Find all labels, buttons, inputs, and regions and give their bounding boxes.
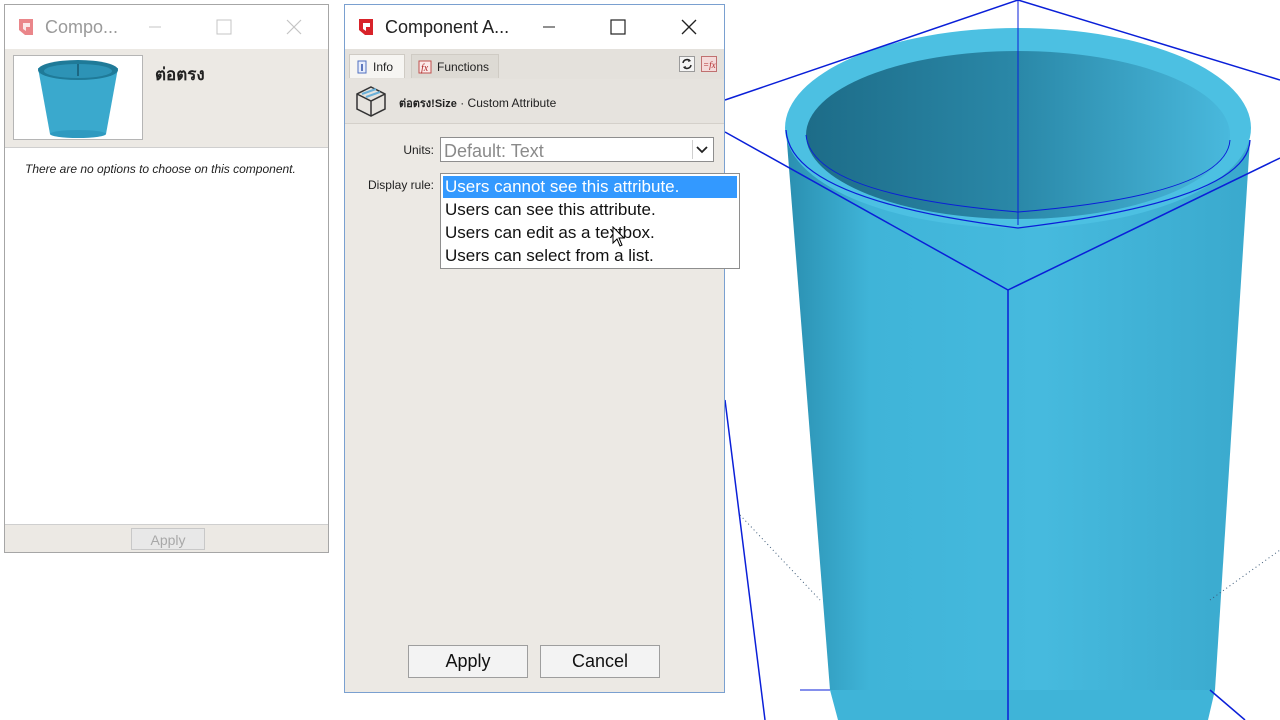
minimize-button[interactable]: [526, 5, 572, 49]
refresh-icon: [679, 56, 695, 72]
dropdown-arrow[interactable]: [692, 140, 711, 159]
tab-info[interactable]: Info: [349, 54, 405, 78]
function-icon: fx: [418, 60, 432, 74]
dropdown-option[interactable]: Users can see this attribute.: [443, 199, 739, 221]
tab-label: Info: [373, 59, 394, 74]
tab-bar: Info fx Functions =fx: [345, 49, 724, 80]
attribute-header: ต่อตรง!Size · Custom Attribute: [345, 79, 724, 124]
minimize-icon: [543, 26, 555, 28]
sketchup-app-icon: [359, 19, 373, 35]
window-title: Component A...: [385, 17, 510, 37]
dropdown-option[interactable]: Users can select from a list.: [443, 245, 739, 267]
maximize-icon: [216, 19, 232, 35]
component-cube-icon: [356, 86, 386, 117]
maximize-icon: [610, 19, 626, 35]
units-select[interactable]: Default: Text: [440, 137, 714, 162]
maximize-button[interactable]: [201, 5, 247, 49]
units-value: Default: Text: [444, 141, 544, 161]
dropdown-option[interactable]: Users cannot see this attribute.: [443, 176, 737, 198]
attribute-path: ต่อตรง!Size · Custom Attribute: [399, 94, 556, 112]
window-title: Compo...: [45, 17, 119, 37]
no-options-message: There are no options to choose on this c…: [25, 162, 296, 176]
cup-thumbnail-icon: [38, 60, 118, 138]
cancel-button[interactable]: Cancel: [540, 645, 660, 678]
component-attributes-window: Component A... Info fx Functions =fx ต่อ…: [344, 4, 740, 693]
attribute-label: Custom Attribute: [467, 96, 557, 110]
units-label: Units:: [403, 143, 434, 157]
tab-functions[interactable]: fx Functions: [411, 54, 499, 78]
component-name: ต่อตรง: [155, 65, 205, 84]
attribute-separator: ·: [456, 96, 468, 110]
title-bar[interactable]: Compo...: [5, 5, 328, 49]
toggle-formula-button[interactable]: =fx: [700, 55, 718, 73]
options-panel: There are no options to choose on this c…: [5, 147, 328, 525]
apply-button-disabled[interactable]: Apply: [131, 528, 205, 550]
display-rule-dropdown-list[interactable]: Users cannot see this attribute. Users c…: [440, 173, 740, 269]
refresh-button[interactable]: [678, 55, 696, 73]
svg-text:=fx: =fx: [703, 60, 716, 70]
close-button[interactable]: [271, 5, 317, 49]
minimize-icon: [149, 26, 161, 28]
title-bar[interactable]: Component A...: [345, 5, 724, 49]
display-rule-label: Display rule:: [367, 178, 434, 192]
svg-text:fx: fx: [421, 63, 429, 74]
close-icon: [286, 19, 302, 35]
apply-button[interactable]: Apply: [408, 645, 528, 678]
dropdown-option[interactable]: Users can edit as a textbox.: [443, 222, 739, 244]
close-button[interactable]: [666, 5, 712, 49]
chevron-down-icon: [696, 145, 708, 153]
info-icon: [357, 60, 367, 73]
tab-label: Functions: [437, 59, 490, 74]
toggle-formula-icon: =fx: [701, 56, 717, 72]
sketchup-app-icon: [19, 19, 33, 35]
attribute-component-name: ต่อตรง!Size: [399, 98, 457, 110]
mouse-cursor-icon: [612, 226, 626, 247]
component-thumbnail: [13, 55, 143, 140]
close-icon: [681, 19, 697, 35]
maximize-button[interactable]: [595, 5, 641, 49]
component-options-window: Compo... ต่อตรง There are no options to …: [4, 4, 329, 553]
minimize-button[interactable]: [132, 5, 178, 49]
